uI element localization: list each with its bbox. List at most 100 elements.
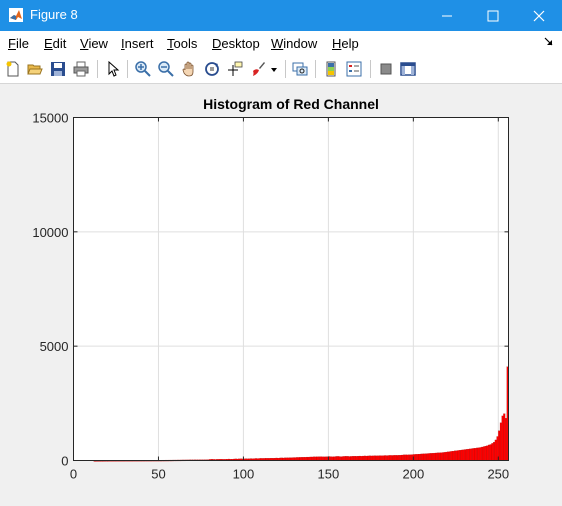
histogram-bar	[438, 452, 441, 461]
histogram-bar	[404, 454, 407, 461]
toolbar-separator	[315, 60, 316, 78]
histogram-bar	[360, 456, 363, 461]
print-button[interactable]	[71, 59, 91, 79]
histogram-bar	[418, 453, 421, 461]
menu-edit[interactable]: Edit	[44, 36, 66, 51]
figure-canvas: 0 50 100 150 200 250 0 5000 10000 15000 Histogram…	[0, 84, 562, 506]
histogram-bar	[498, 430, 501, 461]
histogram-bar	[431, 453, 434, 461]
menu-file[interactable]: File	[8, 36, 29, 51]
zoom-out-button[interactable]	[156, 59, 176, 79]
maximize-button[interactable]	[470, 0, 516, 31]
menu-insert[interactable]: Insert	[121, 36, 154, 51]
histogram-bar	[414, 454, 417, 461]
menu-desktop[interactable]: Desktop	[212, 36, 260, 51]
histogram-bar	[469, 448, 472, 461]
hide-plot-tools-button[interactable]	[376, 59, 396, 79]
minimize-icon	[442, 15, 452, 17]
menu-help[interactable]: Help	[332, 36, 359, 51]
histogram-bar	[425, 453, 428, 461]
rotate-3d-button[interactable]	[202, 59, 222, 79]
figure-window: Figure 8 File Edit View Insert Tools Des…	[0, 0, 562, 506]
histogram-bar	[491, 443, 494, 461]
histogram-bar	[379, 455, 382, 461]
histogram-bar	[443, 452, 446, 461]
histogram-bar	[459, 450, 462, 461]
zoom-in-button[interactable]	[133, 59, 153, 79]
x-tick-label: 250	[487, 467, 509, 482]
histogram-bar	[335, 456, 337, 461]
menu-view[interactable]: View	[80, 36, 108, 51]
rotate-3d-icon	[205, 62, 219, 76]
x-tick-label: 50	[151, 467, 165, 482]
save-button[interactable]	[48, 59, 68, 79]
histogram-bar	[403, 454, 405, 461]
histogram-plot[interactable]: 0 50 100 150 200 250 0 5000 10000 15000 Histogram…	[0, 84, 562, 506]
histogram-bar	[501, 415, 504, 461]
menu-window[interactable]: Window	[271, 36, 317, 51]
link-plot-button[interactable]	[290, 59, 310, 79]
pointer-button[interactable]	[103, 59, 123, 79]
menu-bar: File Edit View Insert Tools Desktop Wind…	[0, 31, 562, 55]
histogram-bar	[484, 445, 487, 461]
histogram-bar	[392, 455, 395, 461]
close-icon	[533, 10, 545, 22]
histogram-bar	[447, 451, 450, 461]
histogram-bar	[472, 448, 475, 461]
close-button[interactable]	[516, 0, 562, 31]
open-file-button[interactable]	[25, 59, 45, 79]
histogram-bar	[465, 449, 468, 461]
colorbar-icon	[326, 61, 336, 77]
new-figure-button[interactable]	[3, 59, 23, 79]
legend-button[interactable]	[344, 59, 364, 79]
legend-icon	[346, 61, 362, 77]
histogram-bar	[440, 452, 443, 461]
histogram-bar	[420, 453, 422, 461]
pan-button[interactable]	[179, 59, 199, 79]
histogram-bar	[401, 454, 404, 461]
toolbar-separator	[285, 60, 286, 78]
dock-figure-icon[interactable]	[544, 37, 554, 47]
histogram-bar	[452, 451, 455, 461]
histogram-bar	[386, 455, 388, 461]
histogram-bar	[346, 456, 349, 461]
histogram-bar	[353, 456, 356, 461]
histogram-bar	[311, 456, 314, 461]
histogram-bar	[397, 455, 400, 461]
open-file-icon	[27, 64, 43, 75]
histogram-bar	[488, 444, 490, 461]
histogram-bar	[423, 453, 426, 461]
histogram-bar	[394, 455, 397, 461]
histogram-bar	[316, 456, 319, 461]
histogram-bar	[476, 447, 479, 461]
colorbar-button[interactable]	[321, 59, 341, 79]
histogram-bar	[486, 445, 489, 461]
histogram-bar	[377, 455, 380, 461]
title-bar[interactable]: Figure 8	[0, 0, 562, 31]
histogram-bar	[464, 449, 467, 461]
minimize-button[interactable]	[424, 0, 470, 31]
histogram-bar	[329, 456, 332, 461]
zoom-in-icon	[135, 61, 151, 77]
histogram-bar	[370, 455, 373, 461]
show-plot-tools-button[interactable]	[398, 59, 418, 79]
histogram-bar	[450, 451, 453, 461]
toolbar-separator	[370, 60, 371, 78]
histogram-bar	[340, 456, 343, 461]
histogram-bar	[324, 456, 327, 461]
histogram-bar	[341, 456, 344, 461]
menu-tools[interactable]: Tools	[167, 36, 197, 51]
histogram-bar	[369, 455, 371, 461]
histogram-bar	[396, 455, 399, 461]
figure-toolbar	[0, 55, 562, 84]
pan-icon	[182, 61, 194, 77]
data-cursor-button[interactable]	[225, 59, 245, 79]
histogram-bar	[471, 448, 473, 461]
zoom-out-icon	[158, 61, 174, 77]
brush-dropdown[interactable]	[268, 59, 280, 79]
brush-button[interactable]	[248, 59, 268, 79]
histogram-bar	[457, 450, 460, 461]
histogram-bar	[406, 454, 409, 461]
histogram-bar	[474, 448, 477, 461]
histogram-bar	[442, 452, 445, 461]
